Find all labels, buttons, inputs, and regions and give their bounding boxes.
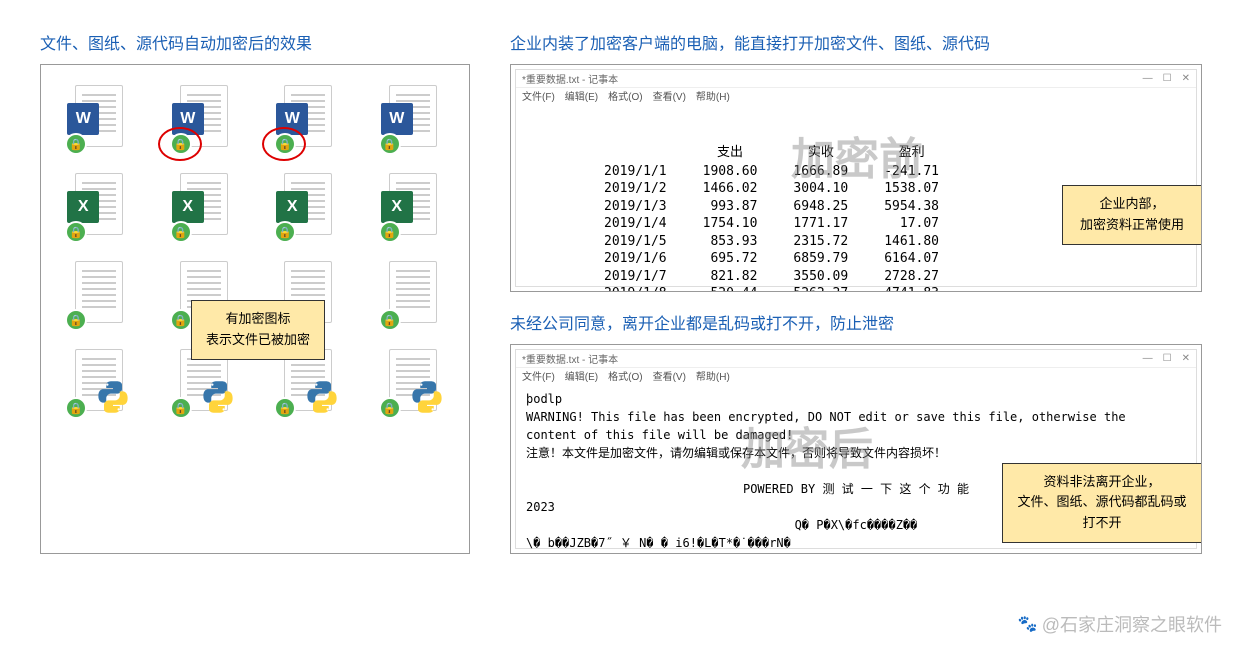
menu-help[interactable]: 帮助(H)	[696, 88, 730, 104]
excel-file-icon: X🔒	[168, 173, 238, 243]
right-top-title: 企业内装了加密客户端的电脑，能直接打开加密文件、图纸、源代码	[510, 30, 1202, 54]
left-panel: W🔒 W🔒 W🔒 W🔒 X🔒 X🔒 X🔒 X🔒 🔒 🔒 🔒 🔒 🔒 🔒 🔒	[40, 64, 470, 554]
excel-file-icon: X🔒	[63, 173, 133, 243]
excel-file-icon: X🔒	[272, 173, 342, 243]
callout-text: 企业内部，	[1077, 194, 1187, 215]
text-file-icon: 🔒	[63, 261, 133, 331]
menu-edit[interactable]: 编辑(E)	[565, 88, 598, 104]
table-row: 2019/1/7821.823550.092728.27	[586, 268, 957, 286]
lock-icon: 🔒	[379, 221, 401, 243]
callout-text: 加密资料正常使用	[1077, 215, 1187, 236]
lock-icon: 🔒	[170, 397, 192, 419]
callout-text: 有加密图标	[206, 309, 310, 330]
table-row: 2019/1/11908.601666.89-241.71	[586, 163, 957, 181]
notepad-window: *重要数据.txt - 记事本 — ☐ ✕ 文件(F) 编辑(E) 格式(O) 查看…	[515, 69, 1197, 287]
table-row: 2019/1/41754.101771.1717.07	[586, 215, 957, 233]
callout-text: 表示文件已被加密	[206, 330, 310, 351]
after-panel: *重要数据.txt - 记事本 — ☐ ✕ 文件(F) 编辑(E) 格式(O) 查看…	[510, 344, 1202, 554]
data-table: 支出实收盈利 2019/1/11908.601666.89-241.712019…	[586, 143, 957, 292]
menu-file[interactable]: 文件(F)	[522, 368, 555, 384]
highlight-circle-icon	[158, 127, 202, 161]
maximize-icon[interactable]: ☐	[1163, 353, 1172, 364]
footer-watermark: 🐾 @石家庄洞察之眼软件	[1018, 611, 1222, 637]
lock-icon: 🔒	[274, 221, 296, 243]
left-callout: 有加密图标 表示文件已被加密	[191, 300, 325, 360]
left-title: 文件、图纸、源代码自动加密后的效果	[40, 30, 470, 54]
highlight-circle-icon	[262, 127, 306, 161]
lock-icon: 🔒	[379, 133, 401, 155]
close-icon[interactable]: ✕	[1182, 73, 1190, 84]
menu-view[interactable]: 查看(V)	[653, 88, 686, 104]
text-file-icon: 🔒	[377, 261, 447, 331]
right-bottom-callout: 资料非法离开企业， 文件、图纸、源代码都乱码或打不开	[1002, 463, 1202, 543]
python-icon	[95, 379, 131, 415]
right-top-callout: 企业内部， 加密资料正常使用	[1062, 185, 1202, 245]
python-file-icon: 🔒	[377, 349, 447, 419]
lock-icon: 🔒	[65, 397, 87, 419]
before-panel: *重要数据.txt - 记事本 — ☐ ✕ 文件(F) 编辑(E) 格式(O) 查看…	[510, 64, 1202, 292]
window-titlebar: *重要数据.txt - 记事本 — ☐ ✕	[516, 350, 1196, 368]
callout-text: 资料非法离开企业，	[1017, 472, 1187, 493]
right-bottom-title: 未经公司同意，离开企业都是乱码或打不开，防止泄密	[510, 310, 1202, 334]
lock-icon: 🔒	[379, 309, 401, 331]
menu-edit[interactable]: 编辑(E)	[565, 368, 598, 384]
word-file-icon: W🔒	[377, 85, 447, 155]
table-row: 2019/1/6695.726859.796164.07	[586, 250, 957, 268]
menubar[interactable]: 文件(F) 编辑(E) 格式(O) 查看(V) 帮助(H)	[516, 368, 1196, 384]
lock-icon: 🔒	[379, 397, 401, 419]
table-row: 2019/1/3993.876948.255954.38	[586, 198, 957, 216]
word-file-icon: W🔒	[168, 85, 238, 155]
python-file-icon: 🔒	[63, 349, 133, 419]
minimize-icon[interactable]: —	[1143, 73, 1153, 84]
window-title: *重要数据.txt - 记事本	[522, 351, 618, 366]
menu-format[interactable]: 格式(O)	[608, 88, 642, 104]
menu-help[interactable]: 帮助(H)	[696, 368, 730, 384]
table-row: 2019/1/21466.023004.101538.07	[586, 180, 957, 198]
window-title: *重要数据.txt - 记事本	[522, 71, 618, 86]
lock-icon: 🔒	[274, 397, 296, 419]
lock-icon: 🔒	[65, 133, 87, 155]
file-icon-grid: W🔒 W🔒 W🔒 W🔒 X🔒 X🔒 X🔒 X🔒 🔒 🔒 🔒 🔒 🔒 🔒 🔒	[51, 85, 459, 419]
maximize-icon[interactable]: ☐	[1163, 73, 1172, 84]
word-file-icon: W🔒	[272, 85, 342, 155]
callout-text: 文件、图纸、源代码都乱码或打不开	[1017, 492, 1187, 534]
table-row: 2019/1/8520.445262.274741.83	[586, 285, 957, 292]
paw-icon: 🐾	[1018, 614, 1038, 634]
table-row: 2019/1/5853.932315.721461.80	[586, 233, 957, 251]
word-file-icon: W🔒	[63, 85, 133, 155]
lock-icon: 🔒	[170, 221, 192, 243]
minimize-icon[interactable]: —	[1143, 353, 1153, 364]
window-titlebar: *重要数据.txt - 记事本 — ☐ ✕	[516, 70, 1196, 88]
close-icon[interactable]: ✕	[1182, 353, 1190, 364]
lock-icon: 🔒	[65, 309, 87, 331]
lock-icon: 🔒	[65, 221, 87, 243]
menu-file[interactable]: 文件(F)	[522, 88, 555, 104]
lock-icon: 🔒	[170, 309, 192, 331]
menu-format[interactable]: 格式(O)	[608, 368, 642, 384]
excel-file-icon: X🔒	[377, 173, 447, 243]
menubar[interactable]: 文件(F) 编辑(E) 格式(O) 查看(V) 帮助(H)	[516, 88, 1196, 104]
menu-view[interactable]: 查看(V)	[653, 368, 686, 384]
